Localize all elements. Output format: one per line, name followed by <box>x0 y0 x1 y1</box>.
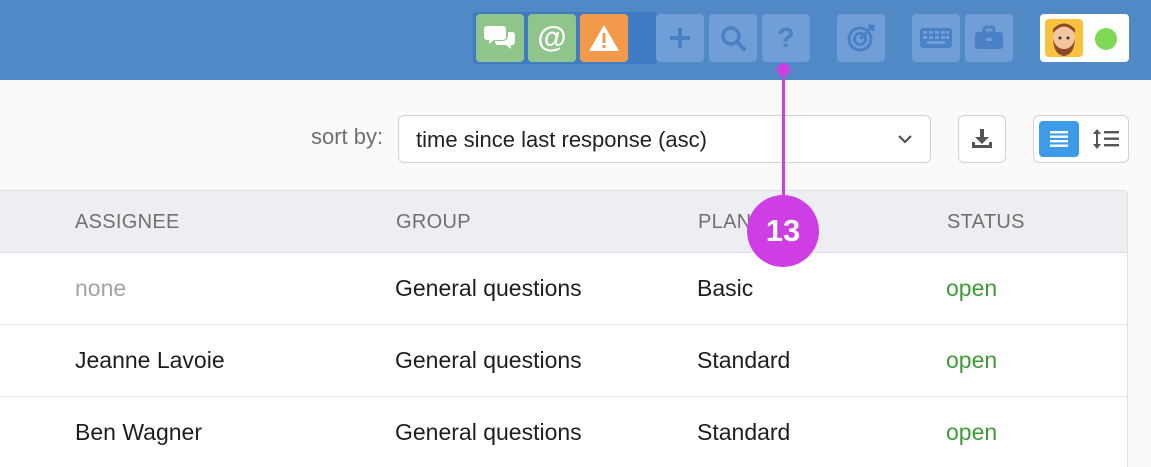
search-icon <box>721 26 746 51</box>
help-icon: ? <box>777 22 795 53</box>
chevron-down-icon <box>898 135 912 144</box>
mentions-button[interactable]: @ <box>528 14 576 62</box>
cell-assignee: none <box>75 275 127 301</box>
briefcase-icon <box>975 25 1003 49</box>
cell-group: General questions <box>395 347 582 373</box>
download-icon <box>972 129 992 148</box>
cell-group: General questions <box>395 275 582 301</box>
alert-icon <box>589 25 619 51</box>
cell-status: open <box>946 347 998 373</box>
cell-group: General questions <box>395 419 582 445</box>
apps-button[interactable] <box>965 14 1013 62</box>
online-status-dot <box>1095 28 1117 50</box>
table-row[interactable]: Jeanne Lavoie General questions Standard… <box>0 325 1127 397</box>
comfortable-view-button[interactable] <box>1086 121 1126 157</box>
cell-assignee: Ben Wagner <box>75 419 202 445</box>
keyboard-icon <box>920 28 952 48</box>
sort-label: sort by: <box>311 124 384 149</box>
annotation-badge: 13 <box>747 195 819 267</box>
line-height-icon <box>1093 129 1119 149</box>
help-button[interactable]: ? <box>762 14 810 62</box>
chats-icon <box>484 26 515 49</box>
add-button[interactable] <box>656 14 704 62</box>
view-toggle <box>1033 115 1129 163</box>
annotation-dot <box>777 63 790 76</box>
target-button[interactable] <box>837 14 885 62</box>
keyboard-shortcuts-button[interactable] <box>912 14 960 62</box>
list-view-button[interactable] <box>1039 121 1079 157</box>
cell-plan: Basic <box>697 275 754 301</box>
table-row[interactable]: Ben Wagner General questions Standard op… <box>0 397 1127 467</box>
search-button[interactable] <box>709 14 757 62</box>
column-header-status[interactable]: STATUS <box>947 211 1025 234</box>
top-bar: @ ? <box>0 0 1151 80</box>
table-header: ASSIGNEE GROUP PLAN STATUS <box>0 191 1127 253</box>
avatar <box>1045 19 1083 57</box>
tickets-table: ASSIGNEE GROUP PLAN STATUS none General … <box>0 190 1128 467</box>
column-header-group[interactable]: GROUP <box>396 211 471 234</box>
column-header-plan[interactable]: PLAN <box>698 211 751 234</box>
cell-status: open <box>946 419 998 445</box>
sort-select[interactable]: time since last response (asc) <box>398 115 931 163</box>
cell-assignee: Jeanne Lavoie <box>75 347 225 373</box>
user-menu[interactable] <box>1040 14 1129 62</box>
chats-button[interactable] <box>476 14 524 62</box>
avatar-face-icon <box>1053 23 1075 56</box>
cell-plan: Standard <box>697 419 791 445</box>
sort-select-value: time since last response (asc) <box>416 127 707 152</box>
plus-icon <box>670 28 690 48</box>
annotation-line <box>782 69 785 199</box>
list-view-icon <box>1050 131 1068 147</box>
download-button[interactable] <box>958 115 1006 163</box>
cell-plan: Standard <box>697 347 791 373</box>
alerts-button[interactable] <box>580 14 628 62</box>
target-icon <box>847 24 875 52</box>
column-header-assignee[interactable]: ASSIGNEE <box>75 211 180 234</box>
table-row[interactable]: none General questions Basic open <box>0 253 1127 325</box>
mentions-icon: @ <box>537 21 567 54</box>
cell-status: open <box>946 275 998 301</box>
